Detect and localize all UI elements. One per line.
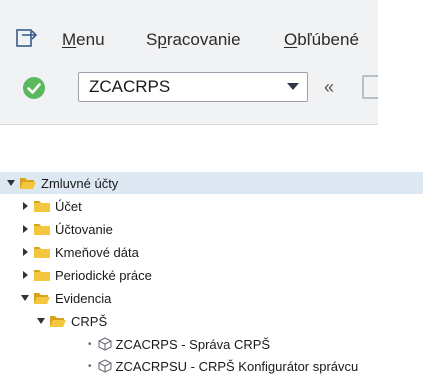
tree-node-label: Evidencia — [55, 290, 112, 306]
collapse-double-chevron-icon[interactable]: « — [324, 78, 334, 96]
tree-node-label: Zmluvné účty — [41, 175, 119, 191]
open-folder-icon — [20, 178, 36, 189]
menu-item-oblubene-accel: O — [284, 30, 298, 49]
tree-node-root[interactable]: Zmluvné účty — [6, 173, 118, 193]
collapsed-triangle-icon[interactable] — [20, 270, 30, 280]
tree-node-ucet[interactable]: Účet — [20, 196, 82, 216]
tree-node-label: CRPŠ — [71, 313, 108, 329]
menu-exit-icon[interactable] — [16, 28, 38, 48]
folder-icon — [34, 247, 50, 258]
menu-item-menu[interactable]: Menu — [62, 30, 105, 50]
expanded-triangle-icon[interactable] — [20, 293, 30, 303]
tree-node-label: ZCACRPS - Správa CRPŠ — [115, 336, 271, 352]
menu-item-spracovanie-rest: racovanie — [166, 30, 241, 49]
folder-icon — [34, 201, 50, 212]
menu-item-oblubene-rest: bľúbené — [297, 30, 359, 49]
tree-node-crps[interactable]: CRPŠ — [36, 311, 107, 331]
tree-transaction-zcacrpsu[interactable]: • ZCACRPSU - CRPŠ Konfigurátor správcu — [88, 356, 358, 376]
tree-transaction-zcacrps[interactable]: • ZCACRPS - Správa CRPŠ — [88, 334, 270, 354]
enter-check-icon[interactable] — [22, 76, 46, 100]
collapsed-triangle-icon[interactable] — [20, 247, 30, 257]
tree-node-label: Periodické práce — [55, 267, 152, 283]
toolbar-panel: Menu Spracovanie Obľúbené « — [0, 0, 378, 125]
collapsed-triangle-icon[interactable] — [20, 224, 30, 234]
tree-node-kmenove-data[interactable]: Kmeňové dáta — [20, 242, 139, 262]
expanded-triangle-icon[interactable] — [6, 178, 16, 188]
menu-item-menu-accel: M — [62, 30, 77, 49]
folder-icon — [34, 224, 50, 235]
menu-item-spracovanie[interactable]: Spracovanie — [146, 30, 241, 50]
tree-node-uctovanie[interactable]: Účtovanie — [20, 219, 113, 239]
dropdown-arrow-icon[interactable] — [287, 83, 299, 91]
tree-node-evidencia[interactable]: Evidencia — [20, 288, 111, 308]
open-folder-icon — [34, 293, 50, 304]
expanded-triangle-icon[interactable] — [36, 316, 46, 326]
folder-icon — [34, 270, 50, 281]
tree-node-label: Účtovanie — [55, 221, 113, 237]
menu-item-oblubene[interactable]: Obľúbené — [284, 30, 359, 50]
navigation-tree: Zmluvné účty Účet Účtovanie Kmeňové dáta — [0, 166, 423, 381]
transaction-cube-icon — [97, 359, 112, 373]
transaction-cube-icon — [97, 337, 112, 351]
menu-item-spracovanie-accel: p — [157, 30, 167, 49]
tree-node-label: Kmeňové dáta — [55, 244, 139, 260]
menu-item-spracovanie-pre: S — [146, 30, 158, 49]
open-folder-icon — [50, 316, 66, 327]
transaction-code-input[interactable] — [79, 73, 275, 101]
tree-node-label: Účet — [55, 198, 82, 214]
tree-node-label: ZCACRPSU - CRPŠ Konfigurátor správcu — [115, 358, 359, 374]
command-bar: « — [0, 68, 378, 108]
bullet-dot-icon: • — [88, 360, 92, 372]
menu-bar: Menu Spracovanie Obľúbené — [0, 18, 378, 58]
menu-item-menu-rest: enu — [76, 30, 105, 49]
tree-node-periodicke-prace[interactable]: Periodické práce — [20, 265, 152, 285]
save-icon[interactable] — [362, 75, 378, 99]
bullet-dot-icon: • — [88, 338, 92, 350]
collapsed-triangle-icon[interactable] — [20, 201, 30, 211]
command-field[interactable] — [78, 72, 308, 102]
